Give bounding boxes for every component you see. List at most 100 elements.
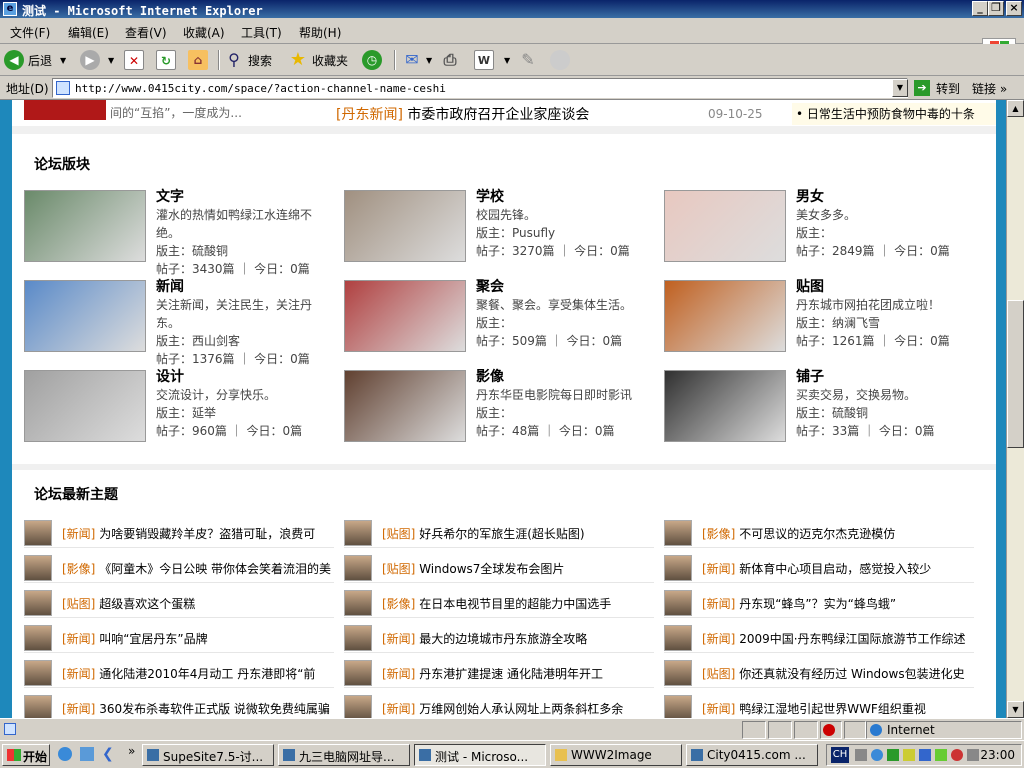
- network-icon[interactable]: [871, 749, 883, 761]
- topic-title[interactable]: [新闻] 为啥要销毁藏羚羊皮？盗猎可耻，浪费可: [62, 525, 334, 542]
- search-button[interactable]: ⚲ 搜索: [224, 48, 272, 72]
- language-indicator[interactable]: CH: [831, 747, 849, 763]
- task-button-active[interactable]: 测试 - Microso...: [414, 744, 546, 766]
- forum-thumbnail[interactable]: [344, 370, 466, 442]
- topic-title[interactable]: [新闻] 鸭绿江湿地引起世界WWF组织重视: [702, 700, 974, 717]
- topic-row[interactable]: [贴图] 好兵希尔的军旅生涯(超长贴图): [344, 518, 654, 548]
- forum-card[interactable]: 聚会 聚餐、聚会。享受集体生活。 版主： 帖子：509篇 ｜ 今日：0篇: [344, 278, 654, 356]
- topic-row[interactable]: [新闻] 新体育中心项目启动，感觉投入较少: [664, 553, 974, 583]
- topic-row[interactable]: [影像] 在日本电视节目里的超能力中国选手: [344, 588, 654, 618]
- topic-title[interactable]: [贴图] 你还真就没有经历过 Windows包装进化史: [702, 665, 974, 682]
- forum-name[interactable]: 文字: [156, 188, 334, 206]
- forum-card[interactable]: 贴图 丹东城市网拍花团成立啦！ 版主：纳澜飞雪 帖子：1261篇 ｜ 今日：0篇: [664, 278, 974, 356]
- forum-thumbnail[interactable]: [24, 280, 146, 352]
- scroll-down-icon[interactable]: ▼: [1007, 701, 1024, 718]
- topic-row[interactable]: [影像] 不可思议的迈克尔杰克逊模仿: [664, 518, 974, 548]
- menu-edit[interactable]: 编辑(E): [68, 24, 109, 41]
- stop-button[interactable]: ✕: [124, 48, 148, 72]
- topic-title[interactable]: [贴图] 好兵希尔的军旅生涯(超长贴图): [382, 525, 654, 542]
- mail-dropdown-icon[interactable]: ▼: [426, 56, 432, 65]
- menu-view[interactable]: 查看(V): [125, 24, 167, 41]
- menu-favorites[interactable]: 收藏(A): [183, 24, 225, 41]
- topic-row[interactable]: [新闻] 叫响“宜居丹东”品牌: [24, 623, 334, 653]
- shield-icon[interactable]: [887, 749, 899, 761]
- topic-title[interactable]: [新闻] 通化陆港2010年4月动工 丹东港即将“前: [62, 665, 334, 682]
- topic-row[interactable]: [新闻] 最大的边境城市丹东旅游全攻略: [344, 623, 654, 653]
- history-button[interactable]: ◷: [362, 48, 386, 72]
- start-button[interactable]: 开始: [2, 744, 50, 766]
- topic-title[interactable]: [新闻] 叫响“宜居丹东”品牌: [62, 630, 334, 647]
- topic-row[interactable]: [新闻] 为啥要销毁藏羚羊皮？盗猎可耻，浪费可: [24, 518, 334, 548]
- topic-title[interactable]: [新闻] 2009中国·丹东鸭绿江国际旅游节工作综述: [702, 630, 974, 647]
- topic-row[interactable]: [新闻] 2009中国·丹东鸭绿江国际旅游节工作综述: [664, 623, 974, 653]
- forum-name[interactable]: 贴图: [796, 278, 950, 296]
- forum-thumbnail[interactable]: [24, 370, 146, 442]
- forum-name[interactable]: 学校: [476, 188, 630, 206]
- media-quicklaunch-icon[interactable]: ❮: [102, 746, 114, 762]
- news-thumbnail[interactable]: [24, 100, 106, 120]
- tip-link[interactable]: • 日常生活中预防食物中毒的十条: [792, 103, 996, 125]
- forum-name[interactable]: 铺子: [796, 368, 935, 386]
- back-dropdown-icon[interactable]: ▼: [60, 56, 66, 65]
- topic-row[interactable]: [新闻] 鸭绿江湿地引起世界WWF组织重视: [664, 693, 974, 718]
- print-button[interactable]: ⎙: [440, 48, 464, 72]
- forward-button[interactable]: ▶ ▼: [80, 48, 114, 72]
- topic-row[interactable]: [新闻] 360发布杀毒软件正式版 说微软免费纯属骗: [24, 693, 334, 718]
- home-button[interactable]: ⌂: [188, 48, 212, 72]
- menu-tools[interactable]: 工具(T): [241, 24, 282, 41]
- tray-icon[interactable]: [951, 749, 963, 761]
- topic-title[interactable]: [贴图] 超级喜欢这个蛋糕: [62, 595, 334, 612]
- topic-title[interactable]: [影像] 在日本电视节目里的超能力中国选手: [382, 595, 654, 612]
- menu-file[interactable]: 文件(F): [10, 24, 50, 41]
- close-button[interactable]: ×: [1006, 1, 1022, 16]
- menu-help[interactable]: 帮助(H): [299, 24, 341, 41]
- topic-title[interactable]: [影像] 不可思议的迈克尔杰克逊模仿: [702, 525, 974, 542]
- edit-dropdown-icon[interactable]: ▼: [504, 56, 510, 65]
- tray-icon[interactable]: [935, 749, 947, 761]
- refresh-button[interactable]: ↻: [156, 48, 180, 72]
- tray-icon[interactable]: [855, 749, 867, 761]
- forum-card[interactable]: 文字 灌水的热情如鸭绿江水连绵不绝。 版主：硫酸铜 帖子：3430篇 ｜ 今日：0篇: [24, 188, 334, 276]
- topic-title[interactable]: [新闻] 新体育中心项目启动，感觉投入较少: [702, 560, 974, 577]
- forum-name[interactable]: 聚会: [476, 278, 632, 296]
- forum-thumbnail[interactable]: [344, 280, 466, 352]
- forum-card[interactable]: 男女 美女多多。 版主： 帖子：2849篇 ｜ 今日：0篇: [664, 188, 974, 266]
- messenger-button[interactable]: [550, 48, 574, 72]
- back-button[interactable]: ◀ 后退 ▼: [4, 48, 66, 72]
- topic-title[interactable]: [新闻] 万维网创始人承认网址上两条斜杠多余: [382, 700, 654, 717]
- quicklaunch-more-icon[interactable]: »: [128, 744, 135, 758]
- tray-icon[interactable]: [903, 749, 915, 761]
- forum-name[interactable]: 男女: [796, 188, 950, 206]
- scroll-thumb[interactable]: [1007, 300, 1024, 448]
- forum-card[interactable]: 设计 交流设计，分享快乐。 版主：延举 帖子：960篇 ｜ 今日：0篇: [24, 368, 334, 446]
- topic-row[interactable]: [新闻] 万维网创始人承认网址上两条斜杠多余: [344, 693, 654, 718]
- forum-card[interactable]: 影像 丹东华臣电影院每日即时影讯 版主： 帖子：48篇 ｜ 今日：0篇: [344, 368, 654, 446]
- forward-dropdown-icon[interactable]: ▼: [108, 56, 114, 65]
- forum-thumbnail[interactable]: [664, 370, 786, 442]
- maximize-button[interactable]: ❐: [988, 1, 1004, 16]
- task-button[interactable]: WWW2Image: [550, 744, 682, 766]
- vertical-scrollbar[interactable]: ▲ ▼: [1006, 100, 1024, 718]
- topic-row[interactable]: [新闻] 丹东港扩建提速 通化陆港明年开工: [344, 658, 654, 688]
- address-dropdown-icon[interactable]: ▼: [892, 79, 908, 97]
- scroll-up-icon[interactable]: ▲: [1007, 100, 1024, 117]
- task-button[interactable]: 九三电脑网址导...: [278, 744, 410, 766]
- volume-icon[interactable]: [967, 749, 979, 761]
- address-input[interactable]: http://www.0415city.com/space/?action-ch…: [52, 78, 908, 98]
- topic-title[interactable]: [影像] 《阿童木》今日公映 带你体会笑着流泪的美: [62, 560, 334, 577]
- forum-thumbnail[interactable]: [344, 190, 466, 262]
- forum-card[interactable]: 学校 校园先锋。 版主：Pusufly 帖子：3270篇 ｜ 今日：0篇: [344, 188, 654, 266]
- mail-button[interactable]: ✉ ▼: [402, 48, 432, 72]
- topic-title[interactable]: [新闻] 丹东港扩建提速 通化陆港明年开工: [382, 665, 654, 682]
- forum-card[interactable]: 新闻 关注新闻，关注民生，关注丹东。 版主：西山剑客 帖子：1376篇 ｜ 今日：0篇: [24, 279, 334, 366]
- topic-title[interactable]: [新闻] 丹东现“蜂鸟”？实为“蜂鸟蛾”: [702, 595, 974, 612]
- forum-name[interactable]: 设计: [156, 368, 302, 386]
- topic-title[interactable]: [新闻] 360发布杀毒软件正式版 说微软免费纯属骗: [62, 700, 334, 717]
- go-button[interactable]: ➔ 转到: [914, 78, 960, 98]
- news-excerpt[interactable]: 间的“互掐”，一度成为...: [110, 104, 242, 121]
- discuss-button[interactable]: ✎: [518, 48, 542, 72]
- forum-thumbnail[interactable]: [664, 280, 786, 352]
- minimize-button[interactable]: _: [972, 1, 988, 16]
- forum-name[interactable]: 影像: [476, 368, 632, 386]
- topic-title[interactable]: [贴图] Windows7全球发布会图片: [382, 560, 654, 577]
